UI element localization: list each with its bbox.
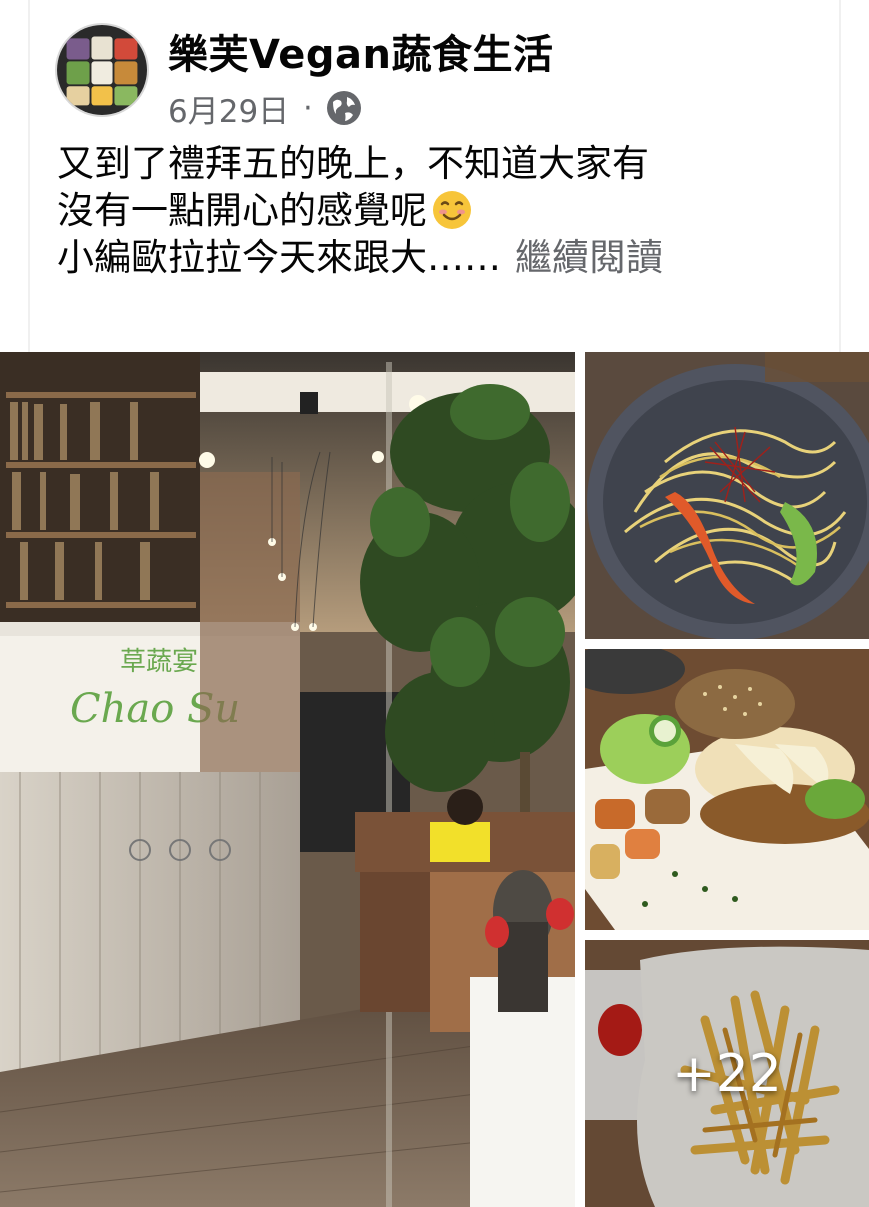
post-text-line-3: 小編歐拉拉今天來跟大…… — [57, 236, 501, 279]
more-photos-overlay[interactable]: +22 — [585, 940, 869, 1207]
post-text-line-3-wrap: 小編歐拉拉今天來跟大…… 繼續閱讀 — [57, 234, 837, 281]
more-photos-count: +22 — [672, 1043, 782, 1104]
restaurant-interior-photo[interactable]: 草蔬宴 Chao Su — [0, 352, 575, 1207]
meta-separator: · — [303, 90, 313, 126]
post-meta: 6月29日 · — [168, 86, 363, 131]
globe-icon — [325, 89, 363, 127]
page-avatar[interactable] — [55, 23, 149, 117]
smiling-face-emoji-icon — [431, 189, 473, 231]
photo-gallery: 草蔬宴 Chao Su +22 — [0, 352, 869, 1207]
card-border-left — [28, 0, 30, 352]
see-more-link[interactable]: 繼續閱讀 — [515, 236, 663, 279]
pasta-dish-photo[interactable] — [585, 352, 869, 639]
post-text-line-2: 沒有一點開心的感覺呢 — [57, 189, 427, 232]
post-header: 樂芙Vegan蔬食生活 6月29日 · 又到了禮拜五的晚上，不知道大家有 沒有一… — [0, 0, 869, 352]
sign-chinese-text: 草蔬宴 — [120, 647, 198, 677]
post-text-line-1: 又到了禮拜五的晚上，不知道大家有 — [57, 142, 649, 185]
post-date[interactable]: 6月29日 — [168, 86, 289, 131]
page-name[interactable]: 樂芙Vegan蔬食生活 — [168, 22, 554, 80]
post-text-line-2-wrap: 沒有一點開心的感覺呢 — [57, 187, 837, 234]
card-border-right — [839, 0, 841, 352]
post-text: 又到了禮拜五的晚上，不知道大家有 沒有一點開心的感覺呢 小編歐拉拉今天來跟大……… — [57, 140, 837, 281]
veggie-burger-photo[interactable] — [585, 649, 869, 930]
